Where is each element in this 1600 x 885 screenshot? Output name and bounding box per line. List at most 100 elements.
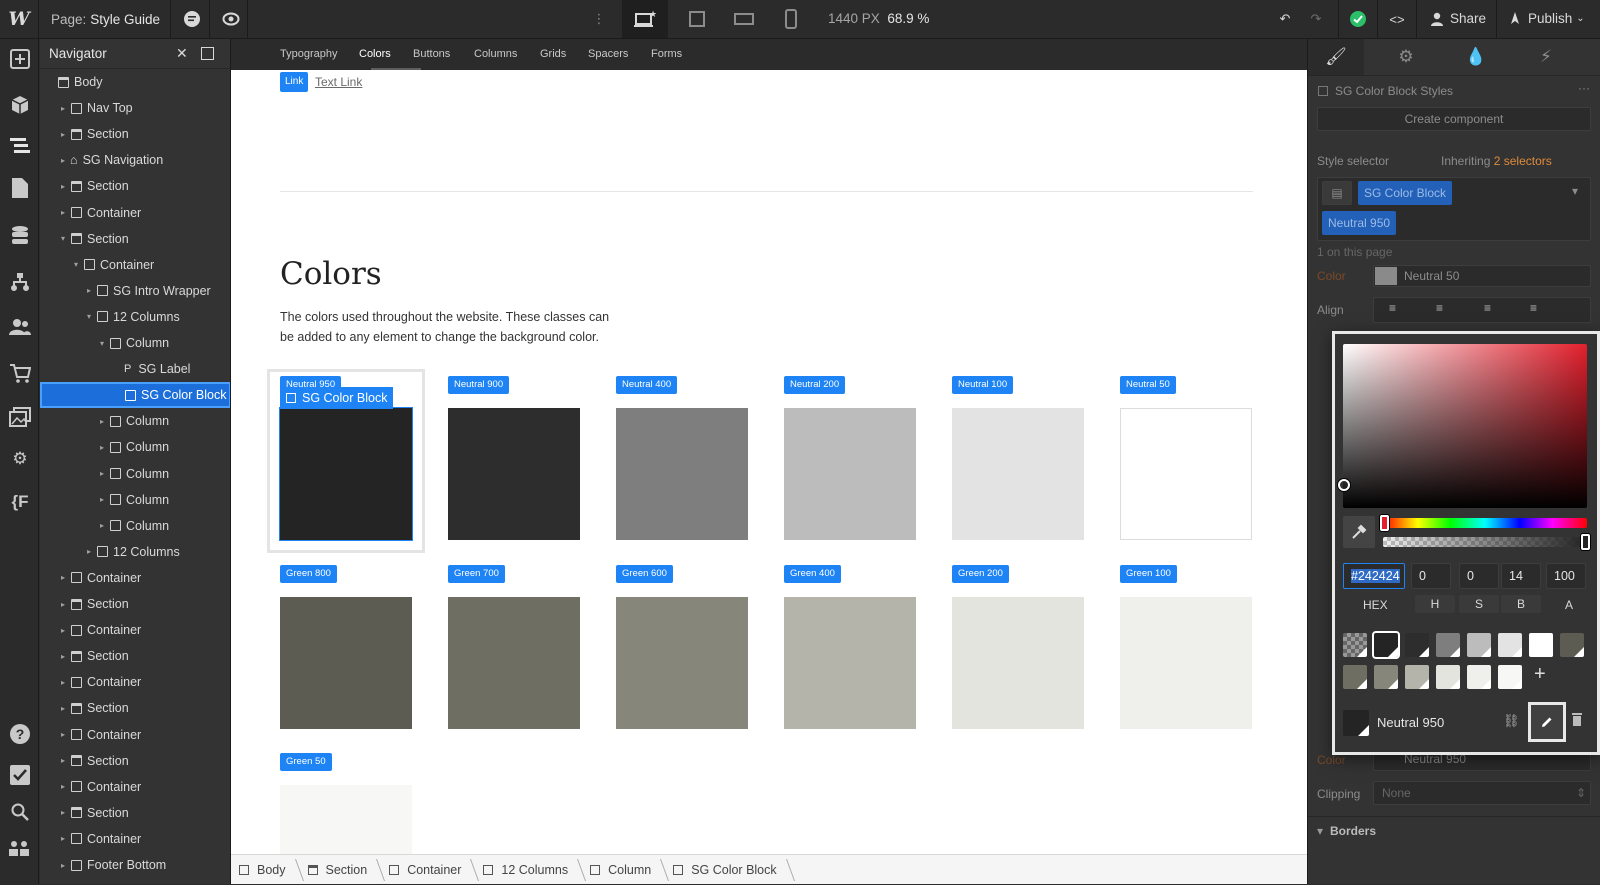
collapsed-caret-icon[interactable]: ▸ [61, 156, 69, 165]
pin-panel-icon[interactable] [201, 47, 214, 60]
navigator-item[interactable]: ▸ Section [40, 591, 230, 617]
collapsed-caret-icon[interactable]: ▸ [61, 182, 69, 191]
style-manager-drops-icon[interactable]: 💧 [1448, 39, 1504, 75]
designer-canvas[interactable]: Link Text Link Colors The colors used th… [231, 70, 1307, 854]
saved-swatch[interactable] [1467, 633, 1491, 657]
saved-swatch[interactable] [1343, 665, 1367, 689]
preview-eye-icon[interactable] [220, 8, 242, 30]
undo-icon[interactable]: ↶ [1274, 8, 1296, 30]
color-block[interactable] [448, 408, 580, 540]
hue-handle[interactable] [1380, 515, 1389, 531]
publish-button[interactable]: Publish ⌄ [1508, 11, 1585, 26]
color-block[interactable] [280, 597, 412, 729]
expanded-caret-icon[interactable]: ▾ [87, 312, 95, 321]
saved-swatch[interactable] [1436, 633, 1460, 657]
collapsed-caret-icon[interactable]: ▸ [87, 286, 95, 295]
borders-section-label[interactable]: Borders [1330, 824, 1376, 838]
chevron-down-icon[interactable]: ▾ [1572, 184, 1578, 198]
cms-database-icon[interactable] [8, 223, 32, 247]
hue-input[interactable]: 0 [1411, 563, 1451, 589]
collapsed-caret-icon[interactable]: ▸ [100, 521, 108, 530]
collapsed-caret-icon[interactable]: ▸ [61, 861, 69, 870]
add-panel-icon[interactable] [8, 47, 32, 71]
ecommerce-cart-icon[interactable] [8, 361, 32, 385]
color-block[interactable] [784, 597, 916, 729]
tablet-icon[interactable] [733, 8, 755, 30]
alpha-handle[interactable] [1581, 534, 1590, 550]
collaborators-icon[interactable] [8, 836, 32, 860]
unlink-icon[interactable]: ⛓ [1503, 713, 1520, 729]
saved-swatch[interactable] [1498, 665, 1522, 689]
align-center-icon[interactable]: ≡ [1436, 301, 1443, 315]
assets-images-icon[interactable] [8, 405, 32, 429]
navigator-item[interactable]: ▾ Column [40, 330, 230, 356]
navigator-item[interactable]: ▸ Section [40, 695, 230, 721]
collapsed-caret-icon[interactable]: ▸ [61, 756, 69, 765]
align-left-icon[interactable]: ≡ [1389, 301, 1396, 315]
navigator-item[interactable]: ▸ Nav Top [40, 95, 230, 121]
navigator-item[interactable]: ▾ Container [40, 252, 230, 278]
h-label[interactable]: H [1415, 595, 1455, 613]
color-block[interactable] [448, 597, 580, 729]
navigator-item[interactable]: ▸ Section [40, 748, 230, 774]
brightness-input[interactable]: 14 [1501, 563, 1541, 589]
class-chip[interactable]: SG Color Block [1358, 181, 1453, 205]
breadcrumb-item[interactable]: Column [582, 855, 665, 885]
text-link[interactable]: Text Link [315, 75, 362, 89]
collapsed-caret-icon[interactable]: ▸ [100, 495, 108, 504]
b-label[interactable]: B [1501, 595, 1541, 613]
navigator-item[interactable]: ▸ Container [40, 617, 230, 643]
combo-class-chip[interactable]: Neutral 950 [1322, 211, 1397, 235]
style-brush-icon[interactable]: 🖌 [1308, 39, 1364, 75]
hex-input[interactable]: #242424 [1343, 563, 1405, 589]
redo-icon[interactable]: ↷ [1305, 8, 1327, 30]
users-icon[interactable] [8, 315, 32, 339]
saved-swatch[interactable] [1467, 665, 1491, 689]
variables-icon[interactable]: {F [8, 490, 32, 514]
navigator-item[interactable]: ▾ 12 Columns [40, 304, 230, 330]
tab-grids[interactable]: Grids [540, 48, 566, 60]
color-block[interactable] [280, 785, 412, 854]
tab-buttons[interactable]: Buttons [413, 48, 450, 60]
inheriting-count[interactable]: 2 selectors [1494, 154, 1552, 168]
navigator-item[interactable]: ▸ Column [40, 461, 230, 487]
navigator-icon[interactable] [8, 134, 32, 158]
alpha-slider[interactable] [1383, 534, 1590, 550]
code-export-icon[interactable]: <> [1386, 8, 1408, 30]
saved-swatch[interactable] [1405, 665, 1429, 689]
expanded-caret-icon[interactable]: ▾ [61, 234, 69, 243]
saved-swatch[interactable] [1374, 633, 1398, 657]
color-block[interactable] [616, 408, 748, 540]
navigator-item[interactable]: ▸ Container [40, 774, 230, 800]
navigator-item[interactable]: ▸ Container [40, 722, 230, 748]
collapsed-caret-icon[interactable]: ▸ [61, 573, 69, 582]
element-settings-gear-icon[interactable]: ⚙ [1378, 39, 1434, 75]
navigator-item[interactable]: ▸ Column [40, 434, 230, 460]
collapsed-caret-icon[interactable]: ▸ [61, 208, 69, 217]
saturation-knob[interactable] [1338, 479, 1350, 491]
components-cube-icon[interactable] [8, 93, 32, 117]
navigator-item[interactable]: ▸ Column [40, 487, 230, 513]
tab-columns[interactable]: Columns [474, 48, 517, 60]
navigator-item[interactable]: ▸ 12 Columns [40, 539, 230, 565]
saved-swatch[interactable] [1374, 665, 1398, 689]
webflow-logo[interactable]: W [0, 0, 39, 38]
collapse-icon[interactable]: ✕ [176, 45, 188, 62]
breadcrumb-item[interactable]: SG Color Block [665, 855, 790, 885]
navigator-item[interactable]: P SG Label [40, 356, 230, 382]
share-button[interactable]: Share [1430, 11, 1486, 26]
saved-swatch[interactable] [1436, 665, 1460, 689]
saved-swatch[interactable] [1405, 633, 1429, 657]
align-right-icon[interactable]: ≡ [1484, 301, 1491, 315]
edit-swatch-button[interactable] [1528, 702, 1566, 742]
eyedropper-button[interactable] [1343, 516, 1375, 548]
color-block[interactable] [279, 407, 413, 541]
navigator-item[interactable]: ▸ Section [40, 800, 230, 826]
navigator-item[interactable]: ▸ ⌂ SG Navigation [40, 147, 230, 173]
navigator-item[interactable]: ▸ Container [40, 826, 230, 852]
pages-icon[interactable] [8, 176, 32, 200]
breadcrumb-item[interactable]: Body [231, 855, 300, 885]
create-component-button[interactable]: Create component [1317, 107, 1591, 131]
collapsed-caret-icon[interactable]: ▸ [61, 600, 69, 609]
collapsed-caret-icon[interactable]: ▸ [61, 678, 69, 687]
